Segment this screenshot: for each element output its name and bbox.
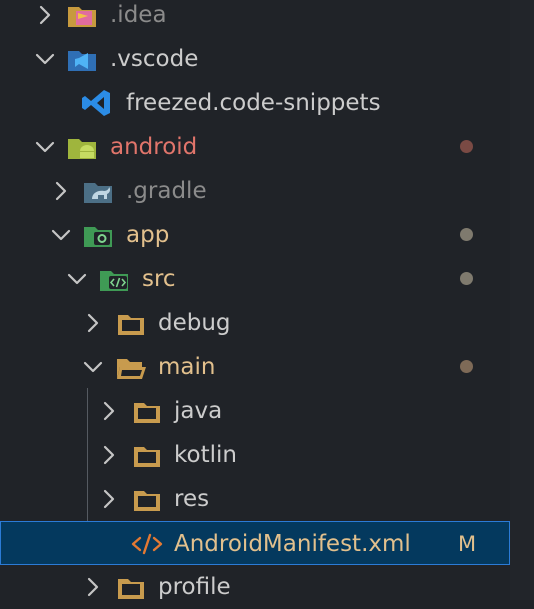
- tree-item-idea[interactable]: .idea: [0, 0, 510, 37]
- chevron-right-icon[interactable]: [34, 3, 56, 27]
- folder-icon: [130, 439, 164, 471]
- folder-icon: [130, 395, 164, 427]
- chevron-right-icon[interactable]: [82, 311, 104, 335]
- tree-item-main[interactable]: main: [0, 345, 510, 389]
- tree-item-label: res: [174, 486, 210, 512]
- tree-item-profile[interactable]: profile: [0, 565, 510, 609]
- tree-item-label: AndroidManifest.xml: [174, 531, 411, 557]
- scrollbar-track[interactable]: [510, 0, 534, 600]
- folder-icon: [114, 307, 148, 339]
- tree-item-label: java: [174, 398, 223, 424]
- tree-item-android-manifest[interactable]: AndroidManifest.xml M: [0, 521, 510, 565]
- chevron-down-icon[interactable]: [82, 355, 104, 379]
- file-explorer: .idea .vscode freezed.code-snippets andr…: [0, 0, 510, 600]
- tree-item-label: app: [126, 222, 170, 248]
- tree-item-label: profile: [158, 574, 231, 600]
- tree-item-label: main: [158, 354, 216, 380]
- tree-item-label: kotlin: [174, 442, 237, 468]
- chevron-right-icon[interactable]: [50, 179, 72, 203]
- modified-indicator-dot: [460, 360, 473, 373]
- chevron-right-icon[interactable]: [98, 399, 120, 423]
- tree-item-vscode[interactable]: .vscode: [0, 37, 510, 81]
- tree-item-app[interactable]: app: [0, 213, 510, 257]
- git-status-badge: M: [458, 532, 477, 556]
- tree-item-label: android: [110, 134, 198, 160]
- tree-item-label: freezed.code-snippets: [126, 90, 381, 116]
- tree-item-label: debug: [158, 310, 231, 336]
- tree-item-freezed-snippets[interactable]: freezed.code-snippets: [0, 81, 510, 125]
- chevron-down-icon[interactable]: [34, 47, 56, 71]
- vscode-file-icon: [80, 87, 114, 119]
- tree-item-label: .idea: [110, 2, 167, 28]
- tree-item-debug[interactable]: debug: [0, 301, 510, 345]
- untracked-indicator-dot: [460, 140, 473, 153]
- tree-item-kotlin[interactable]: kotlin: [0, 433, 510, 477]
- folder-icon: [114, 571, 148, 603]
- modified-indicator-dot: [460, 272, 473, 285]
- chevron-right-icon[interactable]: [98, 487, 120, 511]
- chevron-down-icon[interactable]: [34, 135, 56, 159]
- chevron-down-icon[interactable]: [66, 267, 88, 291]
- android-folder-icon: [66, 131, 100, 163]
- tree-item-label: .gradle: [126, 178, 207, 204]
- modified-indicator-dot: [460, 228, 473, 241]
- app-folder-icon: [82, 219, 116, 251]
- gradle-folder-icon: [82, 175, 116, 207]
- idea-folder-icon: [66, 0, 100, 31]
- tree-item-label: .vscode: [110, 46, 199, 72]
- xml-file-icon: [130, 528, 164, 560]
- tree-item-res[interactable]: res: [0, 477, 510, 521]
- chevron-right-icon[interactable]: [82, 575, 104, 599]
- chevron-right-icon[interactable]: [98, 443, 120, 467]
- tree-item-src[interactable]: src: [0, 257, 510, 301]
- chevron-down-icon[interactable]: [50, 223, 72, 247]
- folder-open-icon: [114, 351, 148, 383]
- tree-item-java[interactable]: java: [0, 389, 510, 433]
- tree-item-label: src: [142, 266, 176, 292]
- vscode-folder-icon: [66, 43, 100, 75]
- tree-item-gradle[interactable]: .gradle: [0, 169, 510, 213]
- src-folder-icon: [98, 263, 132, 295]
- folder-icon: [130, 483, 164, 515]
- tree-item-android[interactable]: android: [0, 125, 510, 169]
